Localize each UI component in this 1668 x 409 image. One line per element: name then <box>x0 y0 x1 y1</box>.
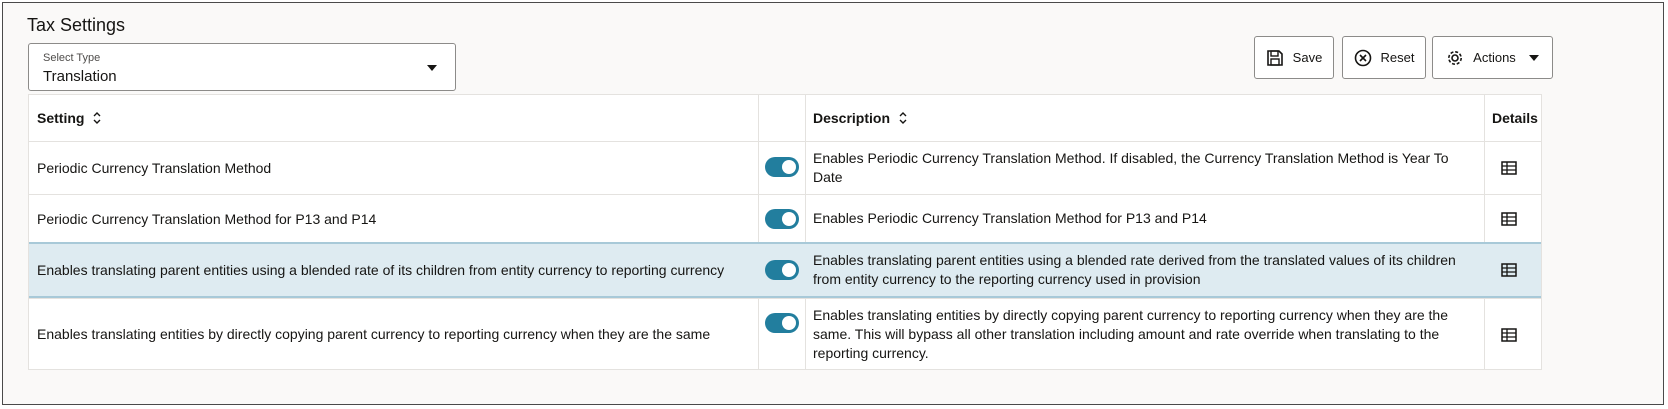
setting-toggle[interactable] <box>765 313 799 333</box>
setting-toggle[interactable] <box>765 260 799 280</box>
sort-icon <box>899 112 907 124</box>
table-row[interactable]: Periodic Currency Translation Method Ena… <box>29 141 1541 194</box>
setting-description: Enables translating parent entities usin… <box>813 252 1456 287</box>
table-row[interactable]: Enables translating entities by directly… <box>29 298 1541 369</box>
sort-icon <box>93 112 101 124</box>
select-type-label: Select Type <box>43 52 101 64</box>
details-icon[interactable] <box>1501 327 1517 343</box>
table-row[interactable]: Periodic Currency Translation Method for… <box>29 194 1541 242</box>
actions-menu-button[interactable]: Actions <box>1432 36 1553 79</box>
details-icon[interactable] <box>1501 262 1517 278</box>
setting-name: Enables translating entities by directly… <box>37 326 711 342</box>
setting-description: Enables Periodic Currency Translation Me… <box>813 150 1449 185</box>
gear-icon <box>1448 50 1463 65</box>
setting-toggle[interactable] <box>765 157 799 177</box>
settings-table: Setting Description Details Periodic Cur… <box>28 94 1542 370</box>
setting-name: Enables translating parent entities usin… <box>37 262 725 278</box>
table-row[interactable]: Enables translating parent entities usin… <box>29 242 1541 298</box>
actions-button-label: Actions <box>1473 50 1516 65</box>
save-icon <box>1266 49 1283 66</box>
reset-button-label: Reset <box>1380 50 1415 65</box>
select-type-dropdown[interactable]: Select Type Translation <box>28 43 456 91</box>
setting-name: Periodic Currency Translation Method for… <box>37 210 377 227</box>
column-header-setting[interactable]: Setting <box>37 95 102 141</box>
tax-settings-panel: Tax Settings Select Type Translation Sav… <box>2 2 1664 405</box>
setting-description: Enables translating entities by directly… <box>813 306 1449 361</box>
details-icon[interactable] <box>1501 211 1517 227</box>
column-header-details: Details <box>1492 95 1538 141</box>
chevron-down-icon <box>1528 54 1539 61</box>
column-header-details-label: Details <box>1492 110 1538 126</box>
save-button[interactable]: Save <box>1254 36 1334 79</box>
column-header-description[interactable]: Description <box>813 95 908 141</box>
chevron-down-icon <box>427 65 437 71</box>
reset-icon <box>1354 49 1371 66</box>
details-icon[interactable] <box>1501 160 1517 176</box>
save-button-label: Save <box>1292 50 1323 65</box>
column-header-setting-label: Setting <box>37 110 85 126</box>
page-title: Tax Settings <box>27 15 126 35</box>
setting-toggle[interactable] <box>765 209 799 229</box>
setting-name: Periodic Currency Translation Method <box>37 160 272 176</box>
column-header-description-label: Description <box>813 110 891 126</box>
setting-description: Enables Periodic Currency Translation Me… <box>813 210 1207 226</box>
reset-button[interactable]: Reset <box>1342 36 1426 79</box>
select-type-value: Translation <box>43 68 117 85</box>
